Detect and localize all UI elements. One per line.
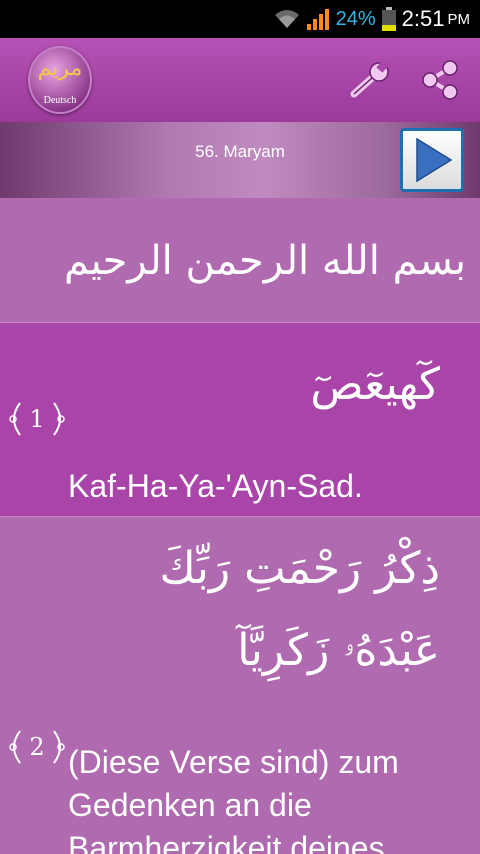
signal-icon <box>306 8 330 30</box>
battery-percent: 24% <box>335 7 376 30</box>
logo-language-label: Deutsch <box>43 95 77 106</box>
settings-button[interactable] <box>348 60 396 100</box>
share-button[interactable] <box>418 60 462 100</box>
wifi-icon <box>274 9 300 29</box>
verse-arabic-line-1: ذِكْرُ رَحْمَتِ رَبِّكَ <box>159 543 440 594</box>
verse-item[interactable]: ذِكْرُ رَحْمَتِ رَبِّكَ عَبْدَهُۥ زَكَرِ… <box>0 516 480 854</box>
tools-icon <box>350 60 389 98</box>
verse-translation: (Diese Verse sind) zum Gedenken an die B… <box>68 744 399 854</box>
logo-arabic-text: مريم <box>37 56 83 81</box>
bismillah-text: بسم الله الرحمن الرحيم <box>63 238 466 284</box>
clock: 2:51 PM <box>402 6 470 32</box>
verse-number: 1 <box>29 405 45 433</box>
verse-arabic: كٓهيعٓصٓ <box>310 359 440 410</box>
app-bar: مريم Deutsch <box>0 38 480 122</box>
verse-number-badge: 2 <box>6 727 68 767</box>
bismillah-row: بسم الله الرحمن الرحيم <box>0 198 480 322</box>
play-button[interactable] <box>400 128 464 192</box>
verse-number-badge: 1 <box>6 399 68 439</box>
verse-number: 2 <box>29 733 45 761</box>
share-icon <box>422 60 458 100</box>
clock-time: 2:51 <box>401 6 445 31</box>
app-logo[interactable]: مريم Deutsch <box>28 46 92 114</box>
status-bar: 24% 2:51 PM <box>0 0 480 38</box>
verse-translation: Kaf-Ha-Ya-'Ayn-Sad. <box>68 468 363 504</box>
battery-icon <box>381 7 396 31</box>
verse-item[interactable]: كٓهيعٓصٓ 1 Kaf-Ha-Ya-'Ayn-Sad. <box>0 322 480 516</box>
play-icon <box>416 137 453 183</box>
clock-ampm: PM <box>447 10 471 28</box>
surah-header: 56. Maryam <box>0 122 480 198</box>
verse-arabic-line-2: عَبْدَهُۥ زَكَرِيَّآ <box>237 625 440 676</box>
